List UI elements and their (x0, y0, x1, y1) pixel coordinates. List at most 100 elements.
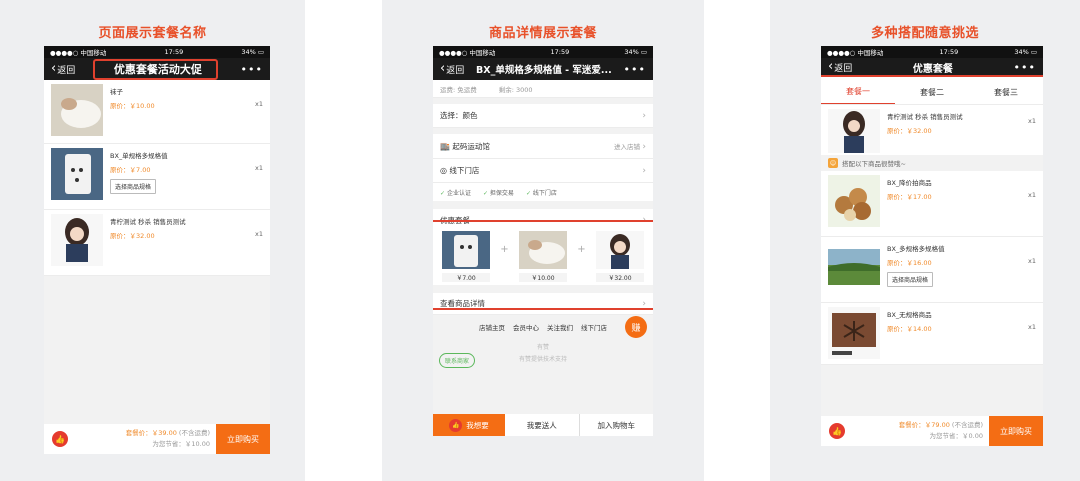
more-icon[interactable]: ••• (1014, 61, 1036, 74)
enter-shop-link[interactable]: 进入店铺 (614, 143, 640, 151)
set-price: 套餐价：￥39.00 (125, 429, 177, 437)
product-image-book (828, 307, 880, 359)
set-price-note: (不含运费) (178, 429, 210, 437)
clock: 17:59 (939, 48, 959, 56)
combo-section[interactable]: 优惠套餐 › ￥7.00 + ￥10.00 + ￥32.00 (433, 209, 653, 285)
view-details-row[interactable]: 查看商品详情 › (433, 293, 653, 315)
back-button[interactable]: ‹ 返回 (828, 59, 852, 74)
page-title: 优惠套餐活动大促 (113, 63, 202, 76)
check-icon: ✓ (482, 189, 488, 197)
battery: 34% ▭ (624, 48, 647, 56)
select-spec-button[interactable]: 选择商品规格 (110, 179, 157, 194)
gift-button[interactable]: 我要送人 (505, 414, 580, 436)
thumbs-up-icon[interactable]: 👍 (52, 431, 68, 447)
chevron-left-icon: ‹ (440, 60, 446, 76)
link-shop-home[interactable]: 店铺主页 (479, 322, 505, 332)
more-icon[interactable]: ••• (241, 63, 263, 76)
panel-product-detail: 商品详情展示套餐 ●●●●○ 中国移动 17:59 34% ▭ ‹ 返回 BX_… (382, 0, 704, 481)
item-qty: x1 (1028, 323, 1036, 331)
panel-package-name: 页面展示套餐名称 ●●●●○ 中国移动 17:59 34% ▭ ‹ 返回 优惠套… (0, 0, 305, 481)
back-button[interactable]: ‹ 返回 (51, 60, 75, 76)
check-icon: ✓ (525, 189, 531, 197)
set-price: 套餐价：￥79.00 (898, 421, 950, 429)
shop-links: 店铺主页 会员中心 关注我们 线下门店 赚 (433, 315, 653, 339)
earn-button[interactable]: 赚 (625, 316, 647, 338)
carrier: ●●●●○ 中国移动 (439, 49, 496, 57)
item-qty: x1 (1028, 117, 1036, 125)
location-icon: ◎ (440, 166, 447, 175)
more-icon[interactable]: ••• (624, 63, 646, 76)
chevron-left-icon: ‹ (51, 60, 57, 76)
select-spec-button[interactable]: 选择商品规格 (887, 272, 934, 287)
nav-bar: ‹ 返回 BX_单规格多规格值 - 军迷爱... ••• (433, 58, 653, 80)
buy-now-button[interactable]: 立即购买 (989, 416, 1043, 446)
choose-spec-label: 选择：颜色 (440, 111, 478, 120)
contact-seller-button[interactable]: 联系商家 (439, 353, 476, 368)
link-follow-us[interactable]: 关注我们 (547, 322, 573, 332)
thumbs-up-icon: 👍 (449, 418, 463, 432)
phone-screen: ●●●●○ 中国移动 17:59 34% ▭ ‹ 返回 BX_单规格多规格值 -… (433, 46, 653, 436)
item-name: BX_降价拍商品 (887, 179, 932, 187)
list-item[interactable]: BX_无规格商品 原价：￥14.00 x1 (821, 303, 1043, 365)
clock: 17:59 (550, 48, 570, 56)
badge: 企业认证 (446, 189, 471, 197)
want-button[interactable]: 👍 我想要 (433, 414, 505, 436)
youzan-logo: 有赞 (536, 344, 549, 351)
choose-spec-row[interactable]: 选择：颜色 › (433, 104, 653, 128)
chevron-right-icon: › (642, 298, 646, 309)
price-summary: 套餐价：￥39.00 (不含运费) 为您节省：￥10.00 (126, 428, 216, 450)
combo-price: ￥10.00 (518, 273, 567, 282)
product-image-cup (442, 231, 490, 269)
battery: 34% ▭ (1014, 48, 1037, 56)
combo-item[interactable]: ￥32.00 (595, 231, 644, 282)
view-details-label: 查看商品详情 (440, 299, 485, 308)
item-qty: x1 (255, 164, 263, 172)
buy-now-button[interactable]: 立即购买 (216, 424, 270, 454)
checkout-bar: 👍 套餐价：￥39.00 (不含运费) 为您节省：￥10.00 立即购买 (44, 424, 270, 454)
chevron-left-icon: ‹ (828, 59, 834, 74)
offline-store-row[interactable]: ◎ 线下门店 › (433, 159, 653, 183)
combo-price: ￥7.00 (442, 273, 490, 282)
combo-title: 优惠套餐 (440, 216, 470, 225)
shop-icon: 🏬 (440, 141, 450, 151)
combo-item[interactable]: ￥10.00 (518, 231, 567, 282)
thumbs-up-icon[interactable]: 👍 (829, 423, 845, 439)
combo-item[interactable]: ￥7.00 (442, 231, 490, 282)
list-item[interactable]: BX_多规格多规格值 原价：￥16.00 选择商品规格 x1 (821, 237, 1043, 303)
plus-icon: + (500, 244, 509, 255)
product-image-illustration (595, 231, 644, 269)
combo-tabs: 套餐一 套餐二 套餐三 (821, 77, 1043, 105)
tab-combo-3[interactable]: 套餐三 (969, 81, 1043, 104)
back-button[interactable]: ‹ 返回 (440, 60, 464, 76)
chevron-right-icon: › (642, 165, 646, 176)
list-item[interactable]: 袜子 原价：￥10.00 x1 (44, 80, 270, 144)
item-price: 原价：￥10.00 (110, 102, 155, 110)
item-price: 原价：￥32.00 (110, 232, 155, 240)
add-to-cart-button[interactable]: 加入购物车 (580, 414, 654, 436)
list-item[interactable]: BX_降价拍商品 原价：￥17.00 x1 (821, 171, 1043, 237)
panel-caption: 页面展示套餐名称 (98, 26, 207, 41)
product-image-socks (518, 231, 567, 269)
list-item[interactable]: 青柠测试 秒杀 销售员测试 原价：￥32.00 x1 (821, 105, 1043, 155)
smile-icon: ☺ (828, 158, 838, 168)
nav-bar: ‹ 返回 优惠套餐 ••• (821, 58, 1043, 77)
item-price: 原价：￥16.00 (887, 259, 932, 267)
plus-icon: + (577, 244, 586, 255)
shipping-info: 运费: 免运费 剩余: 3000 (433, 80, 653, 98)
list-item[interactable]: 青柠测试 秒杀 销售员测试 原价：￥32.00 x1 (44, 210, 270, 276)
tab-combo-2[interactable]: 套餐二 (895, 81, 969, 104)
status-bar: ●●●●○ 中国移动 17:59 34% ▭ (433, 46, 653, 58)
product-image-cup (51, 148, 103, 200)
shipping-fee: 运费: 免运费 (440, 85, 477, 94)
list-item[interactable]: BX_单规格多规格值 原价：￥7.00 选择商品规格 x1 (44, 144, 270, 210)
panel-multiple-combos: 多种搭配随意挑选 ●●●●○ 中国移动 17:59 34% ▭ ‹ 返回 优惠套… (770, 0, 1080, 481)
shop-row[interactable]: 🏬 起码运动馆 进入店铺 › (433, 134, 653, 159)
link-offline-store[interactable]: 线下门店 (581, 322, 607, 332)
shop-name: 起码运动馆 (452, 141, 490, 151)
link-member-center[interactable]: 会员中心 (513, 322, 539, 332)
item-name: BX_多规格多规格值 (887, 245, 945, 253)
clock: 17:59 (164, 48, 184, 56)
carrier: ●●●●○ 中国移动 (50, 49, 107, 57)
product-image-landscape (828, 249, 880, 285)
tab-combo-1[interactable]: 套餐一 (821, 80, 895, 104)
